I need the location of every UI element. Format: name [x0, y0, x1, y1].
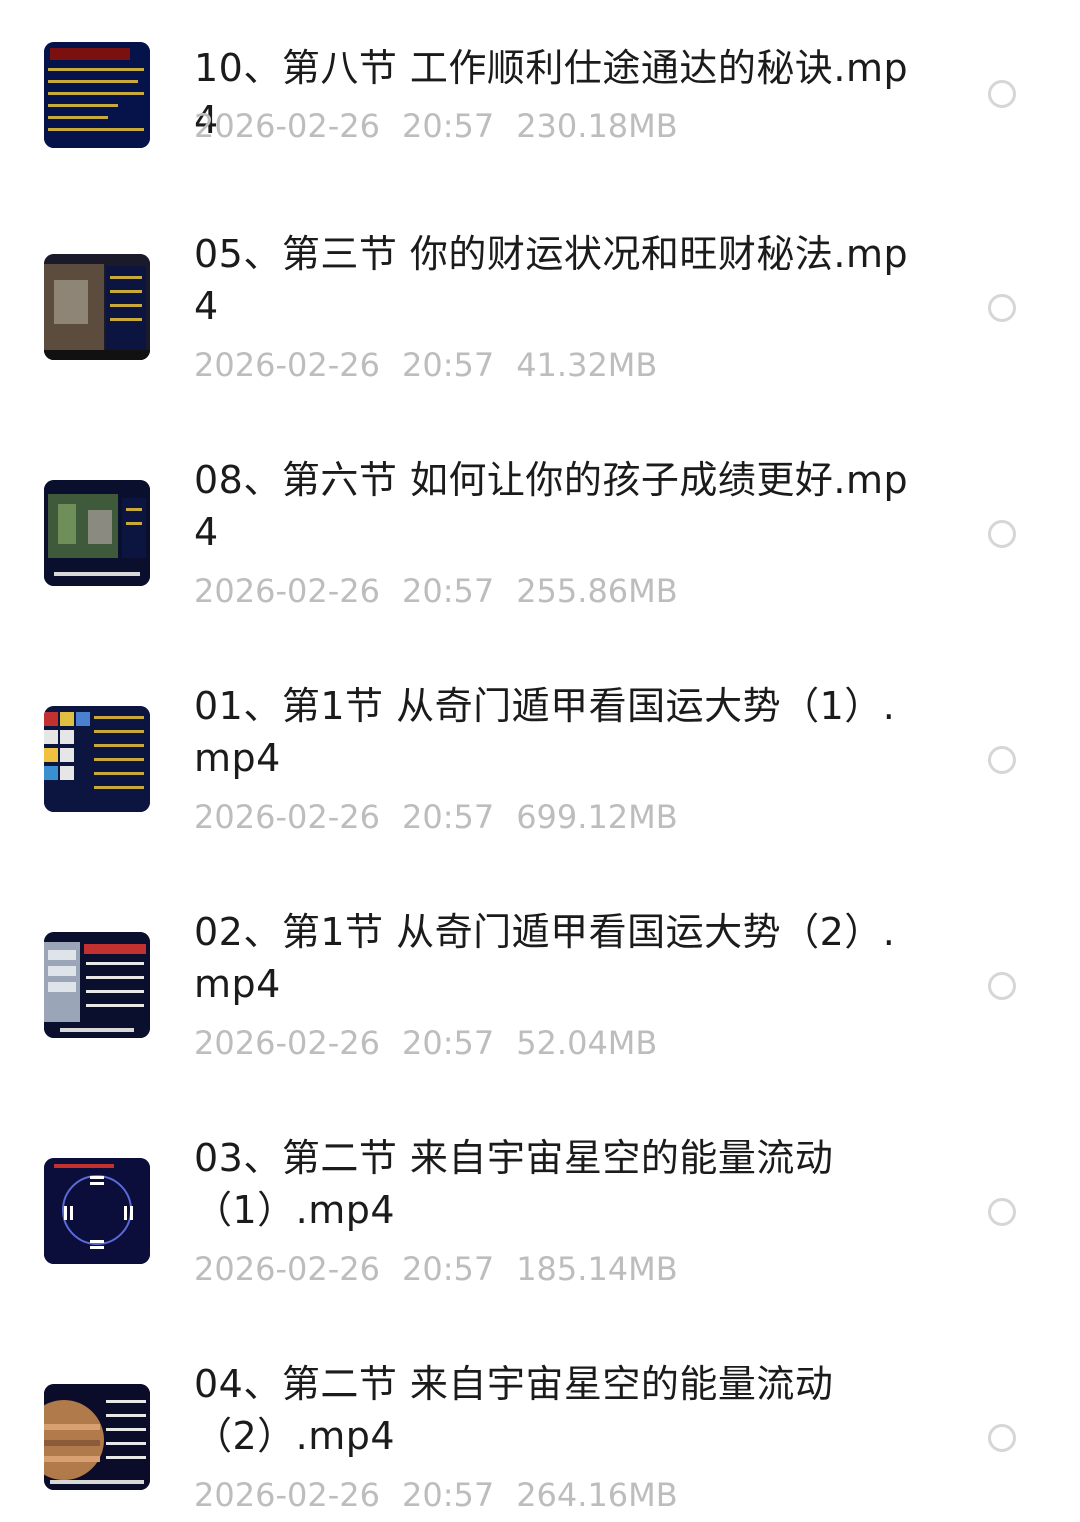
file-size: 41.32MB — [516, 346, 658, 384]
video-thumbnail-icon — [44, 1158, 150, 1264]
video-thumbnail-icon — [44, 42, 150, 148]
file-time: 20:57 — [401, 1024, 495, 1062]
file-time: 20:57 — [401, 572, 495, 610]
file-date: 2026-02-26 — [194, 572, 380, 610]
file-name: 03、第二节 来自宇宙星空的能量流动（1）.mp4 — [194, 1136, 834, 1232]
file-date: 2026-02-26 — [194, 798, 380, 836]
video-thumbnail-icon — [44, 254, 150, 360]
file-time: 20:57 — [401, 798, 495, 836]
file-size: 230.18MB — [516, 107, 678, 145]
file-meta: 2026-02-26 20:57 255.86MB — [194, 571, 678, 611]
select-radio[interactable] — [988, 1198, 1016, 1226]
file-time: 20:57 — [401, 1250, 495, 1288]
file-size: 255.86MB — [516, 572, 678, 610]
file-size: 264.16MB — [516, 1476, 678, 1514]
file-size: 699.12MB — [516, 798, 678, 836]
file-date: 2026-02-26 — [194, 1024, 380, 1062]
file-meta: 2026-02-26 20:57 185.14MB — [194, 1249, 678, 1289]
select-radio[interactable] — [988, 520, 1016, 548]
select-radio[interactable] — [988, 294, 1016, 322]
file-list: 10、第八节 工作顺利仕途通达的秘诀.mp4 2026-02-26 20:57 23… — [0, 0, 1080, 1522]
file-date: 2026-02-26 — [194, 107, 380, 145]
file-time: 20:57 — [401, 1476, 495, 1514]
file-time: 20:57 — [401, 346, 495, 384]
select-radio[interactable] — [988, 1424, 1016, 1452]
select-radio[interactable] — [988, 80, 1016, 108]
select-radio[interactable] — [988, 746, 1016, 774]
file-name: 04、第二节 来自宇宙星空的能量流动（2）.mp4 — [194, 1362, 834, 1458]
file-meta: 2026-02-26 20:57 699.12MB — [194, 797, 678, 837]
file-name: 01、第1节 从奇门遁甲看国运大势（1）.mp4 — [194, 684, 896, 780]
file-meta: 2026-02-26 20:57 52.04MB — [194, 1023, 657, 1063]
video-thumbnail-icon — [44, 1384, 150, 1490]
file-name: 02、第1节 从奇门遁甲看国运大势（2）.mp4 — [194, 910, 896, 1006]
select-radio[interactable] — [988, 972, 1016, 1000]
file-time: 20:57 — [401, 107, 495, 145]
file-meta: 2026-02-26 20:57 41.32MB — [194, 345, 657, 385]
video-thumbnail-icon — [44, 706, 150, 812]
file-date: 2026-02-26 — [194, 346, 380, 384]
file-date: 2026-02-26 — [194, 1476, 380, 1514]
file-date: 2026-02-26 — [194, 1250, 380, 1288]
file-meta: 2026-02-26 20:57 230.18MB — [194, 106, 678, 146]
file-size: 52.04MB — [516, 1024, 658, 1062]
video-thumbnail-icon — [44, 932, 150, 1038]
file-meta: 2026-02-26 20:57 264.16MB — [194, 1475, 678, 1515]
file-name: 08、第六节 如何让你的孩子成绩更好.mp4 — [194, 458, 909, 554]
file-size: 185.14MB — [516, 1250, 678, 1288]
video-thumbnail-icon — [44, 480, 150, 586]
file-name: 05、第三节 你的财运状况和旺财秘法.mp4 — [194, 232, 909, 328]
